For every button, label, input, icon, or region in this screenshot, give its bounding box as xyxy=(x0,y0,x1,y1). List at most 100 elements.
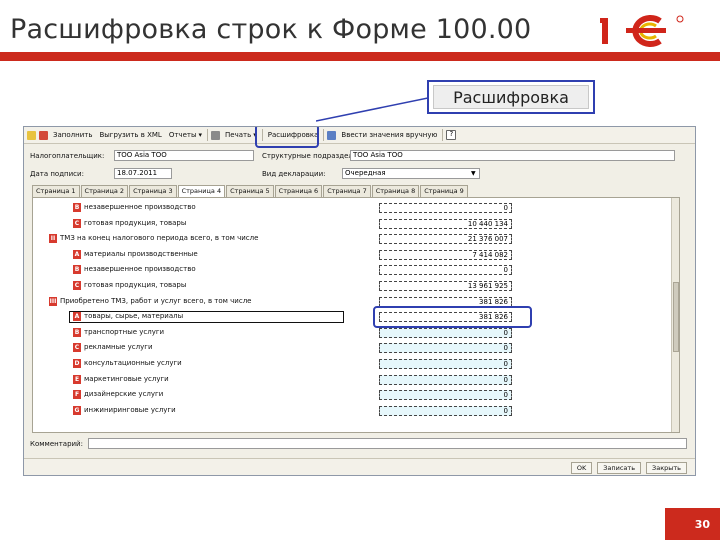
taxpayer-label: Налогоплательщик: xyxy=(30,151,105,160)
row-label: готовая продукция, товары xyxy=(84,218,187,227)
row-code: C xyxy=(73,218,81,228)
row-value-field[interactable]: 381 826 xyxy=(379,296,512,307)
tab-page-2[interactable]: Страница 2 xyxy=(80,185,129,197)
upload-xml-button[interactable]: Выгрузить в XML xyxy=(97,128,163,142)
row-value-field[interactable]: 13 961 925 xyxy=(379,281,512,291)
row-code: A xyxy=(73,249,81,259)
row-label: транспортные услуги xyxy=(84,327,165,336)
row-code: B xyxy=(73,327,81,337)
date-row: Дата подписи: 18.07.2011 Вид декларации:… xyxy=(30,167,687,180)
print-button[interactable]: Печать ▾ xyxy=(223,128,259,142)
close-button[interactable]: Закрыть xyxy=(646,462,687,474)
table-row[interactable]: II ТМЗ на конец налогового периода всего,… xyxy=(33,233,679,247)
tab-page-7[interactable]: Страница 7 xyxy=(323,185,371,197)
table-row[interactable]: Dконсультационные услуги 0 xyxy=(33,358,679,372)
taxpayer-row: Налогоплательщик: ТОО Asia TOO Структурн… xyxy=(30,149,687,162)
table-row[interactable]: Bтранспортные услуги 0 xyxy=(33,327,679,341)
toolbar: Заполнить Выгрузить в XML Отчеты ▾ Печат… xyxy=(24,127,695,148)
tab-page-4[interactable]: Страница 4 xyxy=(177,185,226,197)
save-icon[interactable] xyxy=(27,130,36,140)
row-value-field[interactable]: 0 xyxy=(379,405,512,416)
table-row[interactable]: III Приобретено ТМЗ, работ и услуг всего,… xyxy=(33,296,679,310)
declaration-type-select[interactable]: Очередная xyxy=(342,168,480,179)
manual-entry-button[interactable]: Ввести значения вручную xyxy=(339,128,439,142)
reports-button[interactable]: Отчеты ▾ xyxy=(167,128,204,142)
value-highlight xyxy=(373,306,532,329)
row-label: незавершенное производство xyxy=(84,203,196,211)
comment-field[interactable] xyxy=(88,438,687,449)
toolbar-divider xyxy=(442,129,444,141)
title-rule xyxy=(0,52,720,61)
1c-logo xyxy=(600,15,684,47)
row-value-field[interactable]: 21 376 007 xyxy=(379,234,512,245)
fill-button[interactable]: Заполнить xyxy=(51,128,94,142)
manual-label: Ввести значения вручную xyxy=(341,131,438,139)
date-field[interactable]: 18.07.2011 xyxy=(114,168,172,179)
row-value-field[interactable]: 0 xyxy=(379,265,512,276)
table-row[interactable]: Bнезавершенное производство 0 xyxy=(33,264,679,278)
row-label: готовая продукция, товары xyxy=(84,281,187,289)
tab-page-9[interactable]: Страница 9 xyxy=(420,185,468,197)
row-code: II xyxy=(49,234,57,244)
table-row[interactable]: Gинжиниринговые услуги 0 xyxy=(33,405,679,419)
tab-page-5[interactable]: Страница 5 xyxy=(226,185,274,197)
row-label: материалы производственные xyxy=(84,249,198,258)
table-row[interactable]: Aматериалы производственные 7 414 082 xyxy=(33,249,679,263)
data-grid: Bнезавершенное производство 0 Cготовая про… xyxy=(32,197,680,433)
table-row[interactable]: Fдизайнерские услуги 0 xyxy=(33,389,679,403)
save-button[interactable]: Записать xyxy=(597,462,642,474)
row-label: маркетинговые услуги xyxy=(84,374,169,383)
row-label: дизайнерские услуги xyxy=(84,390,164,399)
taxpayer-field[interactable]: ТОО Asia TOO xyxy=(114,150,254,161)
callout-connector xyxy=(316,97,428,122)
row-value-field[interactable]: 0 xyxy=(379,374,512,385)
row-code: C xyxy=(73,281,81,290)
table-row[interactable]: Bнезавершенное производство 0 xyxy=(33,202,679,216)
row-value-field[interactable]: 7 414 082 xyxy=(379,249,512,260)
fill-icon xyxy=(39,130,48,140)
row-label: консультационные услуги xyxy=(84,359,182,367)
date-label: Дата подписи: xyxy=(30,169,84,178)
tab-page-3[interactable]: Страница 3 xyxy=(129,185,177,197)
row-code: G xyxy=(73,405,81,415)
tab-page-1[interactable]: Страница 1 xyxy=(32,185,80,197)
ok-button[interactable]: OK xyxy=(570,462,593,474)
row-value-field[interactable]: 0 xyxy=(379,390,512,401)
table-row[interactable]: Cрекламные услуги 0 xyxy=(33,342,679,356)
row-value-field[interactable]: 0 xyxy=(379,359,512,369)
table-row[interactable]: Cготовая продукция, товары 13 961 925 xyxy=(33,280,679,294)
tab-page-6[interactable]: Страница 6 xyxy=(274,185,323,197)
table-row[interactable]: Eмаркетинговые услуги 0 xyxy=(33,374,679,388)
page-number: 30 xyxy=(665,508,720,540)
page-tabs: Страница 1 Страница 2 Страница 3 Страница 4… xyxy=(32,185,468,197)
edit-icon xyxy=(327,130,337,140)
division-field[interactable]: TOO Asia TOO xyxy=(350,150,675,161)
callout-zoom: Расшифровка xyxy=(427,80,595,114)
row-code: B xyxy=(73,203,81,212)
row-label: инжиниринговые услуги xyxy=(84,405,176,414)
table-row[interactable]: Cготовая продукция, товары 10 440 134 xyxy=(33,218,679,232)
row-value-field[interactable]: 0 xyxy=(379,327,512,338)
declaration-form-window: Заполнить Выгрузить в XML Отчеты ▾ Печат… xyxy=(23,126,696,476)
row-code: D xyxy=(73,359,81,368)
row-label: рекламные услуги xyxy=(84,343,153,352)
tab-page-8[interactable]: Страница 8 xyxy=(371,185,420,197)
help-icon[interactable]: ? xyxy=(446,130,457,140)
slide-title: Расшифровка строк к Форме 100.00 xyxy=(10,14,532,45)
row-value-field[interactable]: 10 440 134 xyxy=(379,218,512,229)
dialog-footer: OK Записать Закрыть xyxy=(24,458,695,475)
toolbar-divider xyxy=(323,129,325,141)
reports-label: Отчеты xyxy=(168,131,197,139)
decode-button-zoomed[interactable]: Расшифровка xyxy=(433,85,589,109)
row-label: Приобретено ТМЗ, работ и услуг всего, в … xyxy=(60,296,252,305)
division-label: Структурные подразделения: xyxy=(262,151,373,160)
row-value-field[interactable]: 0 xyxy=(379,203,512,213)
row-code: III xyxy=(49,296,57,306)
row-code: E xyxy=(73,374,81,384)
upload-label: Выгрузить в XML xyxy=(99,131,162,139)
row-value-field[interactable]: 0 xyxy=(379,343,512,354)
toolbar-divider xyxy=(207,129,208,141)
declaration-type-label: Вид декларации: xyxy=(262,169,326,178)
comment-row: Комментарий: xyxy=(30,437,687,450)
chevron-down-icon[interactable]: ▼ xyxy=(471,170,476,177)
